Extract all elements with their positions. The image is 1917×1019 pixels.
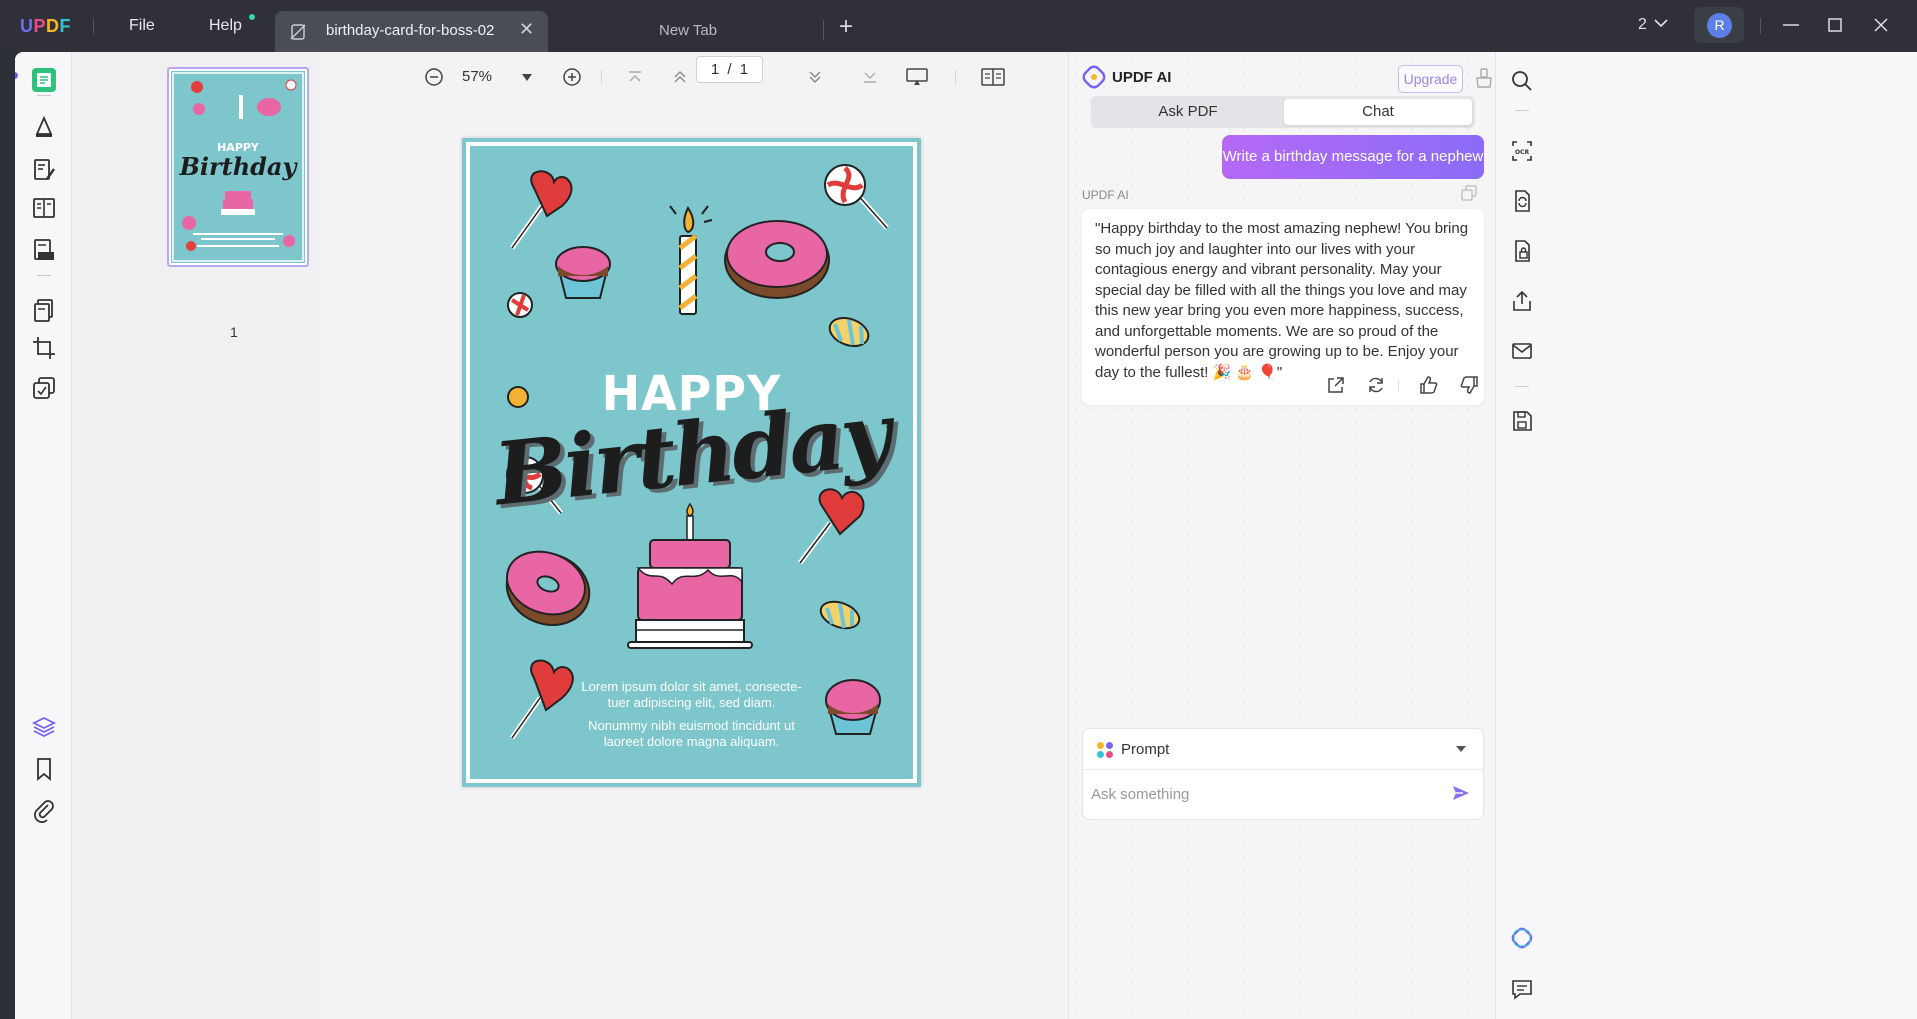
clear-chat-icon[interactable] (1475, 68, 1493, 88)
pdf-page[interactable]: HAPPY Birthday Lorem ipsum dolor sit ame… (462, 138, 921, 787)
attachment-icon[interactable] (31, 797, 57, 823)
ai-response-label: UPDF AI (1082, 188, 1129, 202)
tab-separator (823, 20, 824, 40)
svg-text:Birthday: Birthday (179, 152, 299, 181)
left-toolbar (15, 52, 72, 1019)
prompt-icon (1097, 742, 1113, 758)
toolbar-separator (955, 70, 956, 84)
prompt-selector[interactable]: Prompt (1083, 729, 1483, 770)
card-body-text-1: Lorem ipsum dolor sit amet, consecte-tue… (581, 679, 802, 710)
minimize-icon[interactable] (1782, 18, 1800, 32)
ask-input[interactable] (1091, 781, 1441, 807)
toolbar-separator (37, 95, 51, 96)
thumbs-down-icon[interactable] (1459, 375, 1479, 395)
zoom-level[interactable]: 57% (462, 68, 492, 85)
svg-text:OCR: OCR (1515, 149, 1530, 156)
title-separator (1760, 18, 1761, 34)
thumbnail-preview: HAPPY Birthday (171, 71, 305, 263)
document-tab-icon (290, 24, 306, 40)
edit-pdf-icon[interactable] (31, 157, 57, 183)
bookmark-icon[interactable] (31, 756, 57, 782)
protect-doc-icon[interactable] (1511, 240, 1533, 262)
page-tools-icon[interactable] (31, 297, 57, 323)
presentation-icon[interactable] (906, 67, 928, 87)
comment-icon[interactable] (31, 114, 57, 140)
page-thumbnail[interactable]: HAPPY Birthday (167, 67, 309, 267)
tab-chat[interactable]: Chat (1284, 99, 1472, 125)
next-page-icon[interactable] (807, 69, 823, 85)
fill-sign-icon[interactable] (31, 237, 57, 263)
toolbar-separator (1515, 386, 1529, 387)
send-icon[interactable] (1451, 783, 1471, 803)
ai-panel-title: UPDF AI (1112, 69, 1172, 86)
layers-icon[interactable] (31, 714, 57, 740)
avatar: R (1707, 13, 1732, 38)
tab-birthday-card[interactable]: birthday-card-for-boss-02 ✕ (275, 11, 548, 52)
maximize-icon[interactable] (1828, 18, 1842, 32)
title-separator (93, 18, 94, 34)
toolbar-separator (601, 70, 602, 84)
ai-response-card: "Happy birthday to the most amazing neph… (1082, 209, 1484, 405)
tab-new[interactable]: New Tab (548, 11, 824, 52)
zoom-dropdown-icon[interactable] (522, 74, 532, 82)
updf-ai-logo-icon (1082, 65, 1106, 89)
right-toolbar: OCR (1495, 52, 1917, 1019)
help-notification-dot (249, 14, 255, 20)
share-icon[interactable] (1511, 290, 1533, 312)
account-button[interactable]: R (1694, 7, 1744, 43)
upgrade-button[interactable]: Upgrade (1398, 65, 1463, 93)
ai-response-text: "Happy birthday to the most amazing neph… (1095, 220, 1469, 381)
regenerate-icon[interactable] (1366, 375, 1386, 395)
protect-icon[interactable] (31, 375, 57, 401)
menu-file[interactable]: File (129, 17, 155, 35)
window-count[interactable]: 2 (1638, 16, 1647, 34)
add-tab-icon[interactable]: + (839, 13, 853, 41)
active-indicator (15, 72, 18, 79)
title-bar: UPDF File Help birthday-card-for-boss-02… (0, 0, 1917, 52)
card-body-text-2: Nonummy nibh euismod tincidunt ut laoreet… (588, 718, 795, 749)
app-window: HAPPY Birthday 1 57% 1 / 1 HAPPY Birthda… (15, 52, 1917, 1019)
ai-mode-switch: Ask PDF Chat (1091, 96, 1475, 128)
previous-page-icon[interactable] (672, 69, 688, 85)
updf-logo: UPDF (20, 16, 72, 36)
thumbs-up-icon[interactable] (1419, 375, 1439, 395)
tab-title: birthday-card-for-boss-02 (326, 22, 495, 39)
zoom-in-icon[interactable] (562, 67, 582, 87)
thumbnail-panel: HAPPY Birthday 1 (72, 52, 321, 1019)
email-icon[interactable] (1511, 340, 1533, 362)
reader-icon[interactable] (31, 67, 57, 93)
chevron-down-icon[interactable] (1456, 746, 1466, 753)
action-separator (1398, 380, 1399, 392)
menu-help[interactable]: Help (209, 17, 242, 35)
export-icon[interactable] (1326, 375, 1346, 395)
last-page-icon[interactable] (862, 70, 878, 84)
prompt-label: Prompt (1121, 741, 1170, 758)
organize-pages-icon[interactable] (31, 195, 57, 221)
prompt-box: Prompt (1082, 728, 1484, 820)
close-window-icon[interactable] (1874, 18, 1888, 32)
first-page-icon[interactable] (627, 70, 643, 84)
copy-icon[interactable] (1461, 185, 1477, 201)
page-layout-icon[interactable] (981, 67, 1005, 87)
thumbnail-art: HAPPY Birthday (172, 72, 304, 262)
toolbar-separator (1515, 110, 1529, 111)
save-icon[interactable] (1511, 410, 1533, 432)
tab-ask-pdf[interactable]: Ask PDF (1094, 99, 1282, 125)
page-number-input[interactable]: 1 / 1 (696, 56, 763, 83)
ocr-icon[interactable]: OCR (1511, 140, 1533, 162)
convert-icon[interactable] (1511, 190, 1533, 212)
zoom-out-icon[interactable] (424, 67, 444, 87)
updf-ai-panel: UPDF AI Upgrade Ask PDF Chat Write a bir… (1068, 52, 1495, 1019)
toolbar-separator (37, 275, 51, 276)
updf-ai-icon[interactable] (1511, 927, 1533, 949)
tab-title: New Tab (659, 22, 718, 39)
search-icon[interactable] (1511, 70, 1533, 92)
comments-panel-icon[interactable] (1511, 978, 1533, 1000)
crop-icon[interactable] (31, 335, 57, 361)
user-message: Write a birthday message for a nephew (1222, 135, 1484, 179)
document-viewport[interactable]: 57% 1 / 1 HAPPY Birthday Lorem ipsum dol… (321, 52, 1081, 1019)
close-tab-icon[interactable]: ✕ (519, 19, 534, 40)
chevron-down-icon[interactable] (1654, 18, 1668, 28)
thumbnail-page-number: 1 (230, 324, 238, 340)
